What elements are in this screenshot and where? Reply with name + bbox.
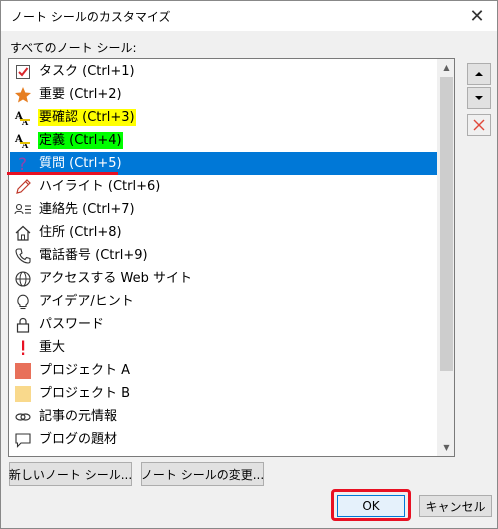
- tag-row[interactable]: アイデア/ヒント: [10, 290, 438, 313]
- tag-row[interactable]: アクセスする Web サイト: [10, 267, 438, 290]
- tag-row[interactable]: ブログの題材: [10, 428, 438, 451]
- tag-label: 記事の元情報: [39, 409, 118, 424]
- link-icon: [13, 407, 33, 426]
- globe-icon: [13, 269, 33, 288]
- modify-tag-button[interactable]: ノート シールの変更...: [141, 462, 264, 486]
- svg-text:?: ?: [18, 155, 27, 173]
- highlighter-a-icon: AA: [13, 108, 33, 127]
- tag-row[interactable]: 連絡先 (Ctrl+7): [10, 198, 438, 221]
- tags-list[interactable]: タスク (Ctrl+1) 重要 (Ctrl+2) A A 要確認 (Ctrl+3) A A 定…: [8, 58, 455, 457]
- scroll-down-icon[interactable]: ▼: [438, 439, 454, 456]
- tag-row[interactable]: ハイライト (Ctrl+6): [10, 175, 438, 198]
- move-up-button[interactable]: [467, 63, 491, 85]
- svg-text:A: A: [21, 117, 29, 127]
- tag-label: 住所 (Ctrl+8): [39, 225, 122, 240]
- tag-row[interactable]: タスク (Ctrl+1): [10, 60, 438, 83]
- tags-list-rows: タスク (Ctrl+1) 重要 (Ctrl+2) A A 要確認 (Ctrl+3) A A 定…: [10, 60, 438, 451]
- tag-label: ブログの題材: [39, 432, 118, 447]
- list-scrollbar[interactable]: ▲ ▼: [437, 59, 454, 456]
- tag-row[interactable]: パスワード: [10, 313, 438, 336]
- tag-label: 要確認 (Ctrl+3): [38, 109, 136, 126]
- speech-bubble-icon: [13, 430, 33, 449]
- house-icon: [13, 223, 33, 242]
- annotation-underline: [7, 172, 118, 175]
- ok-button[interactable]: OK: [337, 495, 405, 517]
- all-tags-label: すべてのノート シール:: [10, 41, 137, 55]
- lightbulb-icon: [13, 292, 33, 311]
- triangle-up-icon: [475, 72, 483, 76]
- tag-row[interactable]: プロジェクト B: [10, 382, 438, 405]
- exclamation-icon: [13, 338, 33, 357]
- title-bar: ノート シールのカスタマイズ ✕: [1, 1, 497, 31]
- tag-label: 質問 (Ctrl+5): [39, 156, 122, 171]
- window-title: ノート シールのカスタマイズ: [11, 10, 171, 24]
- tag-row[interactable]: プロジェクト A: [10, 359, 438, 382]
- tag-row[interactable]: 住所 (Ctrl+8): [10, 221, 438, 244]
- svg-text:A: A: [21, 140, 29, 150]
- tag-row[interactable]: 重要 (Ctrl+2): [10, 83, 438, 106]
- phone-icon: [13, 246, 33, 265]
- highlighter-a-icon: AA: [13, 131, 33, 150]
- tag-label: アクセスする Web サイト: [39, 271, 192, 286]
- delete-x-icon: [473, 119, 485, 131]
- tag-row[interactable]: 重大: [10, 336, 438, 359]
- new-tag-button[interactable]: 新しいノート シール...: [9, 462, 132, 486]
- tag-label: ハイライト (Ctrl+6): [39, 179, 161, 194]
- star-icon: [13, 85, 33, 104]
- checkbox-icon: [13, 62, 33, 81]
- pencil-icon: [13, 177, 33, 196]
- move-down-button[interactable]: [467, 87, 491, 109]
- lock-icon: [13, 315, 33, 334]
- triangle-down-icon: [475, 96, 483, 100]
- tag-row[interactable]: 記事の元情報: [10, 405, 438, 428]
- color-square-icon: [13, 361, 33, 380]
- delete-button[interactable]: [467, 114, 491, 136]
- color-square-icon: [13, 384, 33, 403]
- tag-label: アイデア/ヒント: [39, 294, 134, 309]
- tag-label: プロジェクト A: [39, 363, 131, 378]
- tag-label: 定義 (Ctrl+4): [38, 132, 123, 149]
- scroll-thumb[interactable]: [440, 77, 453, 371]
- tag-label: 連絡先 (Ctrl+7): [39, 202, 135, 217]
- tag-row[interactable]: A A 定義 (Ctrl+4): [10, 129, 438, 152]
- tag-label: 電話番号 (Ctrl+9): [39, 248, 148, 263]
- tag-label: 重大: [39, 340, 66, 355]
- cancel-button[interactable]: キャンセル: [419, 495, 492, 517]
- tag-row[interactable]: A A 要確認 (Ctrl+3): [10, 106, 438, 129]
- tag-label: プロジェクト B: [39, 386, 131, 401]
- tag-label: 重要 (Ctrl+2): [39, 87, 122, 102]
- question-icon: ?: [13, 154, 33, 173]
- customize-tags-dialog: ノート シールのカスタマイズ ✕ すべてのノート シール: タスク (Ctrl+…: [0, 0, 498, 529]
- scroll-up-icon[interactable]: ▲: [438, 59, 454, 76]
- contact-icon: [13, 200, 33, 219]
- tag-row[interactable]: 電話番号 (Ctrl+9): [10, 244, 438, 267]
- tag-label: パスワード: [39, 317, 105, 332]
- close-icon[interactable]: ✕: [457, 1, 497, 31]
- tag-label: タスク (Ctrl+1): [39, 64, 135, 79]
